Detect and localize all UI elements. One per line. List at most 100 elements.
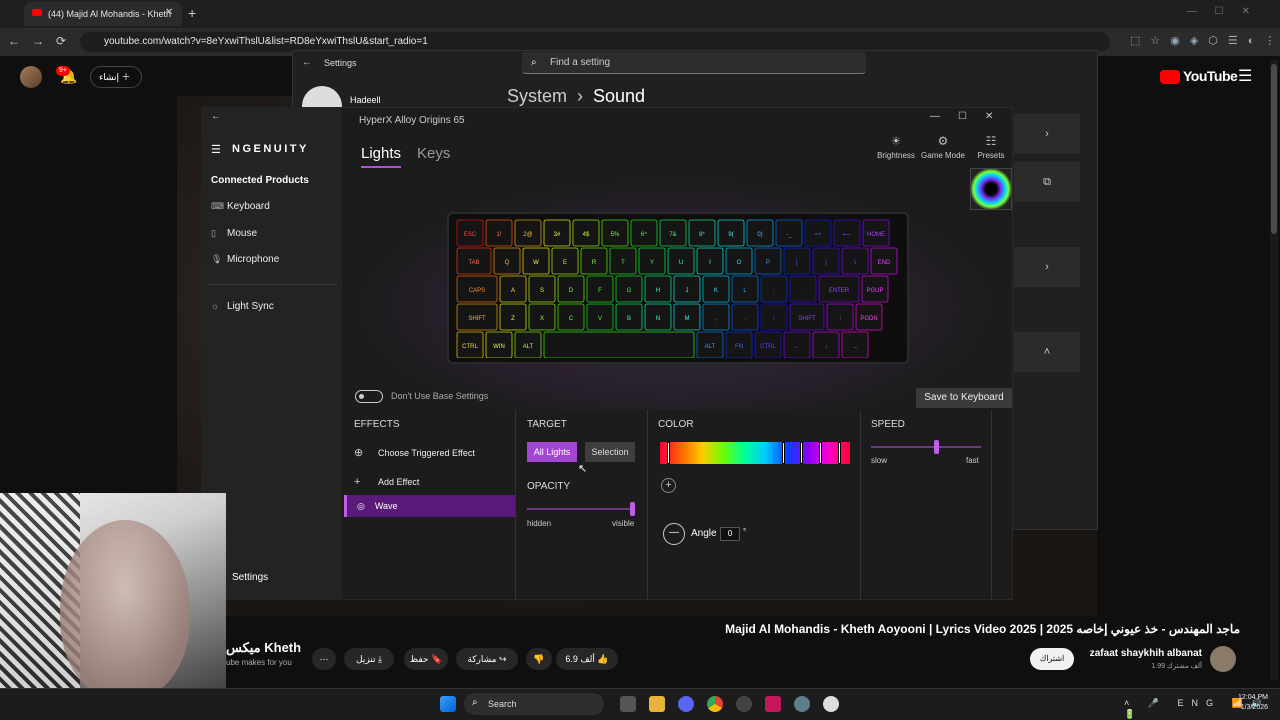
keyboard-key-label: CTRL bbox=[760, 344, 776, 350]
save-video-button[interactable]: حفظ 🔖 bbox=[404, 648, 448, 670]
opacity-slider-thumb[interactable] bbox=[630, 502, 635, 516]
tab-lights[interactable]: Lights bbox=[361, 145, 401, 162]
opacity-min-label: hidden bbox=[527, 519, 552, 528]
brightness-button[interactable]: ☀ Brightness bbox=[871, 134, 921, 160]
tab-keys[interactable]: Keys bbox=[417, 145, 450, 162]
ngenuity-window-controls[interactable]: —☐✕ bbox=[930, 111, 1011, 122]
effect-wave[interactable]: ◎ Wave bbox=[344, 495, 515, 517]
color-stop[interactable] bbox=[782, 442, 785, 464]
menu-icon[interactable]: ☰ bbox=[1238, 66, 1252, 86]
keyboard-key-label: Y bbox=[650, 260, 654, 266]
chevron-up-icon[interactable]: ˄ bbox=[1014, 332, 1080, 372]
chevron-right-icon[interactable]: › bbox=[1014, 247, 1080, 287]
chevron-right-icon[interactable]: › bbox=[1014, 114, 1080, 154]
breadcrumb-parent[interactable]: System bbox=[507, 86, 567, 106]
file-explorer-icon[interactable] bbox=[649, 696, 665, 712]
mix-title[interactable]: ميكس Kheth bbox=[226, 640, 301, 656]
video-title: Majid Al Mohandis - Kheth Aoyooni | Lyri… bbox=[725, 622, 1240, 636]
start-icon[interactable] bbox=[440, 696, 456, 712]
window-controls[interactable]: —☐✕ bbox=[1187, 6, 1268, 17]
keyboard-key-label: TAB bbox=[468, 260, 479, 266]
keyboard-keys[interactable]: ESC 1! 2@ 3# 4$ 5% 6^ 7& 8* 9(0) -_ =+ ⟵ HOMETAB Q W E R T… bbox=[455, 218, 901, 358]
color-stop[interactable] bbox=[819, 442, 822, 464]
discord-icon[interactable] bbox=[678, 696, 694, 712]
search-input[interactable]: Find a setting bbox=[522, 52, 866, 74]
opacity-slider[interactable] bbox=[527, 508, 635, 510]
game-mode-button[interactable]: ⚙ Game Mode bbox=[918, 134, 968, 160]
speed-slider-thumb[interactable] bbox=[934, 440, 939, 454]
color-stop[interactable] bbox=[667, 442, 670, 464]
add-color-stop-icon[interactable]: + bbox=[661, 478, 676, 493]
keyboard-key-label: -_ bbox=[786, 232, 792, 238]
youtube-logo[interactable]: YouTube bbox=[1183, 68, 1238, 84]
keyboard-key-label: C bbox=[569, 316, 574, 322]
scrollbar-thumb[interactable] bbox=[1271, 64, 1277, 234]
more-actions-button[interactable]: ⋯ bbox=[312, 648, 336, 670]
choose-triggered-effect[interactable]: ⊕ Choose Triggered Effect bbox=[354, 446, 475, 459]
taskbar-search[interactable]: Search bbox=[464, 693, 604, 715]
avatar[interactable] bbox=[20, 66, 42, 88]
add-effect-button[interactable]: + Add Effect bbox=[354, 476, 419, 488]
tab-title: (44) Majid Al Mohandis - Kheth bbox=[48, 9, 172, 19]
extension-icons[interactable]: ⬚☆◉◈⬡☰◐⋮ bbox=[1130, 34, 1280, 47]
keyboard-key-label: P bbox=[766, 260, 770, 266]
keyboard-key-label: G bbox=[627, 288, 632, 294]
app-icon[interactable] bbox=[823, 696, 839, 712]
steam-icon[interactable] bbox=[736, 696, 752, 712]
keyboard-key-label: HOME bbox=[867, 232, 885, 238]
speed-slider[interactable] bbox=[871, 446, 981, 448]
share-button[interactable]: مشاركة ↪ bbox=[456, 648, 518, 670]
subscribe-button[interactable]: اشتراك bbox=[1030, 648, 1074, 670]
keyboard-key[interactable] bbox=[543, 331, 695, 358]
angle-input[interactable]: 0 bbox=[720, 527, 740, 541]
target-heading: TARGET bbox=[527, 419, 567, 430]
settings-title: Settings bbox=[324, 58, 357, 68]
taskbar bbox=[0, 688, 1280, 720]
effects-heading: EFFECTS bbox=[354, 419, 400, 430]
task-view-icon[interactable] bbox=[620, 696, 636, 712]
color-stop[interactable] bbox=[838, 442, 841, 464]
brightness-icon: ☀ bbox=[890, 134, 902, 148]
all-lights-button[interactable]: All Lights bbox=[527, 442, 577, 462]
chrome-icon[interactable] bbox=[707, 696, 723, 712]
channel-avatar[interactable] bbox=[1210, 646, 1236, 672]
panel-divider bbox=[647, 410, 648, 600]
new-tab-icon[interactable]: + bbox=[188, 5, 196, 21]
url-field[interactable]: youtube.com/watch?v=8eYxwiThslU&list=RD8… bbox=[80, 32, 1110, 52]
browser-tab[interactable]: (44) Majid Al Mohandis - Kheth bbox=[24, 2, 182, 26]
presets-button[interactable]: ☷ Presets bbox=[966, 134, 1016, 160]
angle-dial[interactable]: — bbox=[663, 523, 685, 545]
keyboard-key-label: CAPS bbox=[469, 288, 485, 294]
sidebar-item-settings[interactable]: Settings bbox=[232, 572, 268, 583]
channel-name[interactable]: zafaat shaykhih albanat bbox=[1060, 648, 1202, 659]
save-to-keyboard-button[interactable]: Save to Keyboard bbox=[916, 388, 1012, 408]
sidebar-item-mouse[interactable]: ▯ Mouse bbox=[211, 228, 257, 239]
search-icon: ⌕ bbox=[472, 697, 478, 708]
nav-buttons[interactable]: ←→⟳ bbox=[8, 34, 78, 48]
hamburger-icon[interactable]: ☰ bbox=[211, 143, 221, 156]
sidebar-item-microphone[interactable]: 🎙 Microphone bbox=[211, 254, 279, 265]
wave-icon: ◎ bbox=[357, 501, 365, 511]
degree-symbol: ° bbox=[743, 527, 747, 536]
ngenuity-taskbar-icon[interactable] bbox=[765, 696, 781, 712]
back-arrow-icon[interactable]: ← bbox=[211, 111, 221, 122]
like-button[interactable]: 6.9 ألف 👍 bbox=[556, 648, 618, 670]
color-stop[interactable] bbox=[800, 442, 803, 464]
keyboard-key-label: ↓ bbox=[825, 344, 828, 350]
opacity-max-label: visible bbox=[612, 519, 635, 528]
close-tab-icon[interactable]: ✕ bbox=[165, 7, 173, 18]
back-arrow-icon[interactable]: ← bbox=[302, 57, 312, 68]
sidebar-item-keyboard[interactable]: ⌨ Keyboard bbox=[211, 201, 270, 212]
open-external-icon[interactable]: ⧉ bbox=[1014, 162, 1080, 202]
keyboard-key-label: U bbox=[679, 260, 683, 266]
create-button[interactable]: إنشاء ＋ bbox=[90, 66, 142, 88]
keyboard-key-label: → bbox=[852, 344, 858, 350]
settings-gear-icon[interactable] bbox=[794, 696, 810, 712]
keyboard-key-label: J bbox=[686, 288, 689, 294]
keyboard-key-label: 5% bbox=[611, 232, 620, 238]
sidebar-item-light-sync[interactable]: ☼ Light Sync bbox=[211, 301, 274, 312]
clock[interactable]: 12:04 PM 1/3/2026 bbox=[1226, 693, 1268, 713]
dislike-button[interactable]: 👎 bbox=[526, 648, 552, 670]
selection-button[interactable]: Selection bbox=[585, 442, 635, 462]
download-button[interactable]: تنزيل ⤓ bbox=[344, 648, 394, 670]
